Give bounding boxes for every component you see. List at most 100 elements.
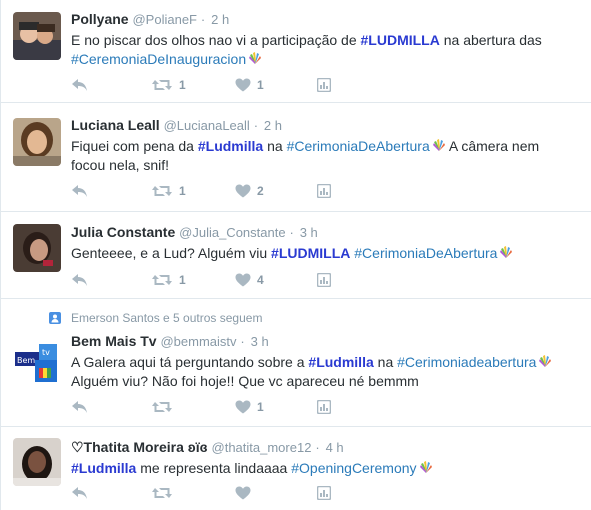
tweet-text-segment: na abertura das	[439, 32, 542, 48]
olympic-flame-icon	[419, 460, 433, 473]
hashtag-link[interactable]: #LUDMILLA	[271, 245, 350, 261]
tweet-text-segment: E no piscar dos olhos nao vi a participa…	[71, 32, 361, 48]
tweet[interactable]: Luciana Leall @LucianaLeall · 2 h Fiquei…	[1, 104, 591, 212]
avatar[interactable]	[13, 438, 61, 486]
retweet-icon	[151, 486, 173, 500]
social-context[interactable]: Emerson Santos e 5 outros seguem	[49, 310, 262, 326]
reply-icon	[71, 400, 89, 414]
analytics-button[interactable]	[317, 76, 331, 94]
tweet[interactable]: ♡Thatita Moreira ʚїɞ @thatita_more12 · 4…	[1, 428, 591, 510]
retweet-button[interactable]	[151, 398, 173, 416]
tweet-text-segment: Alguém viu? Não foi hoje!! Que vc aparec…	[71, 373, 419, 389]
timestamp[interactable]: 4 h	[326, 440, 344, 455]
like-count: 1	[257, 400, 264, 414]
tweet-text-segment: na	[373, 354, 398, 370]
reply-button[interactable]	[71, 76, 89, 94]
tweet-text-segment: Fiquei com pena da	[71, 138, 198, 154]
username[interactable]: @bemmaistv	[160, 334, 236, 349]
like-button[interactable]: 2	[235, 182, 264, 200]
like-button[interactable]: 4	[235, 271, 264, 289]
tweet-text-segment: A Galera aqui tá perguntando sobre a	[71, 354, 309, 370]
username[interactable]: @LucianaLeall	[164, 118, 250, 133]
heart-icon	[235, 184, 251, 198]
tweet-header: Luciana Leall @LucianaLeall · 2 h	[71, 117, 282, 133]
analytics-button[interactable]	[317, 271, 331, 289]
reply-button[interactable]	[71, 484, 89, 502]
timestamp[interactable]: 2 h	[264, 118, 282, 133]
analytics-icon	[317, 486, 331, 500]
retweet-button[interactable]: 1	[151, 182, 186, 200]
analytics-icon	[317, 184, 331, 198]
heart-icon	[235, 486, 251, 500]
olympic-flame-icon	[432, 138, 446, 151]
avatar[interactable]: Bem tv	[13, 340, 61, 388]
retweet-count: 1	[179, 273, 186, 287]
retweet-icon	[151, 78, 173, 92]
olympic-flame-icon	[538, 354, 552, 367]
tweet-header: Pollyane @PolianeF · 2 h	[71, 11, 230, 27]
like-button[interactable]: 1	[235, 398, 264, 416]
like-button[interactable]: 1	[235, 76, 264, 94]
fullname[interactable]: Bem Mais Tv	[71, 333, 157, 349]
hashtag-link[interactable]: #CerimoniaDeAbertura	[287, 138, 430, 154]
avatar[interactable]	[13, 118, 61, 166]
hashtag-link[interactable]: #Ludmilla	[198, 138, 263, 154]
retweet-icon	[151, 273, 173, 287]
retweet-button[interactable]: 1	[151, 76, 186, 94]
analytics-icon	[317, 78, 331, 92]
fullname[interactable]: Julia Constante	[71, 224, 175, 240]
timeline: Pollyane @PolianeF · 2 h E no piscar dos…	[0, 0, 591, 510]
tweet[interactable]: Julia Constante @Julia_Constante · 3 h G…	[1, 213, 591, 299]
hashtag-link[interactable]: #Ludmilla	[308, 354, 373, 370]
username[interactable]: @Julia_Constante	[179, 225, 285, 240]
hashtag-link[interactable]: #OpeningCeremony	[291, 460, 416, 476]
analytics-button[interactable]	[317, 398, 331, 416]
tweet-header: ♡Thatita Moreira ʚїɞ @thatita_more12 · 4…	[71, 439, 344, 455]
hashtag-link[interactable]: #CeremoniaDeInauguracion	[71, 51, 246, 67]
avatar[interactable]	[13, 12, 61, 60]
tweet-text: A Galera aqui tá perguntando sobre a #Lu…	[71, 353, 581, 391]
hashtag-link[interactable]: #Ludmilla	[71, 460, 136, 476]
like-button[interactable]	[235, 484, 251, 502]
svg-text:tv: tv	[42, 348, 50, 357]
analytics-icon	[317, 400, 331, 414]
timestamp[interactable]: 3 h	[300, 225, 318, 240]
avatar[interactable]	[13, 224, 61, 272]
tweet-text-segment: na	[263, 138, 287, 154]
hashtag-link[interactable]: #Cerimoniadeabertura	[397, 354, 536, 370]
fullname[interactable]: ♡Thatita Moreira ʚїɞ	[71, 439, 208, 455]
tweet[interactable]: Emerson Santos e 5 outros seguem Bem tv B…	[1, 300, 591, 427]
reply-button[interactable]	[71, 182, 89, 200]
hashtag-link[interactable]: #LUDMILLA	[361, 32, 440, 48]
tweet-header: Julia Constante @Julia_Constante · 3 h	[71, 224, 318, 240]
heart-icon	[235, 78, 251, 92]
username[interactable]: @PolianeF	[132, 12, 197, 27]
retweet-button[interactable]: 1	[151, 271, 186, 289]
analytics-button[interactable]	[317, 182, 331, 200]
tweet-header: Bem Mais Tv @bemmaistv · 3 h	[71, 333, 269, 349]
tweet-text: Fiquei com pena da #Ludmilla na #Cerimon…	[71, 137, 581, 175]
reply-icon	[71, 273, 89, 287]
fullname[interactable]: Luciana Leall	[71, 117, 160, 133]
like-count: 4	[257, 273, 264, 287]
timestamp[interactable]: 3 h	[251, 334, 269, 349]
reply-icon	[71, 184, 89, 198]
heart-icon	[235, 400, 251, 414]
reply-button[interactable]	[71, 398, 89, 416]
analytics-icon	[317, 273, 331, 287]
context-text: Emerson Santos e 5 outros seguem	[71, 311, 263, 325]
retweet-button[interactable]	[151, 484, 173, 502]
reply-button[interactable]	[71, 271, 89, 289]
tweet-text-segment: me representa lindaaaa	[136, 460, 292, 476]
fullname[interactable]: Pollyane	[71, 11, 129, 27]
analytics-button[interactable]	[317, 484, 331, 502]
olympic-flame-icon	[499, 245, 513, 258]
tweet[interactable]: Pollyane @PolianeF · 2 h E no piscar dos…	[1, 0, 591, 103]
retweet-count: 1	[179, 78, 186, 92]
timestamp[interactable]: 2 h	[211, 12, 229, 27]
reply-icon	[71, 486, 89, 500]
follow-context-icon	[49, 312, 61, 324]
retweet-count: 1	[179, 184, 186, 198]
hashtag-link[interactable]: #CerimoniaDeAbertura	[354, 245, 497, 261]
username[interactable]: @thatita_more12	[212, 440, 312, 455]
